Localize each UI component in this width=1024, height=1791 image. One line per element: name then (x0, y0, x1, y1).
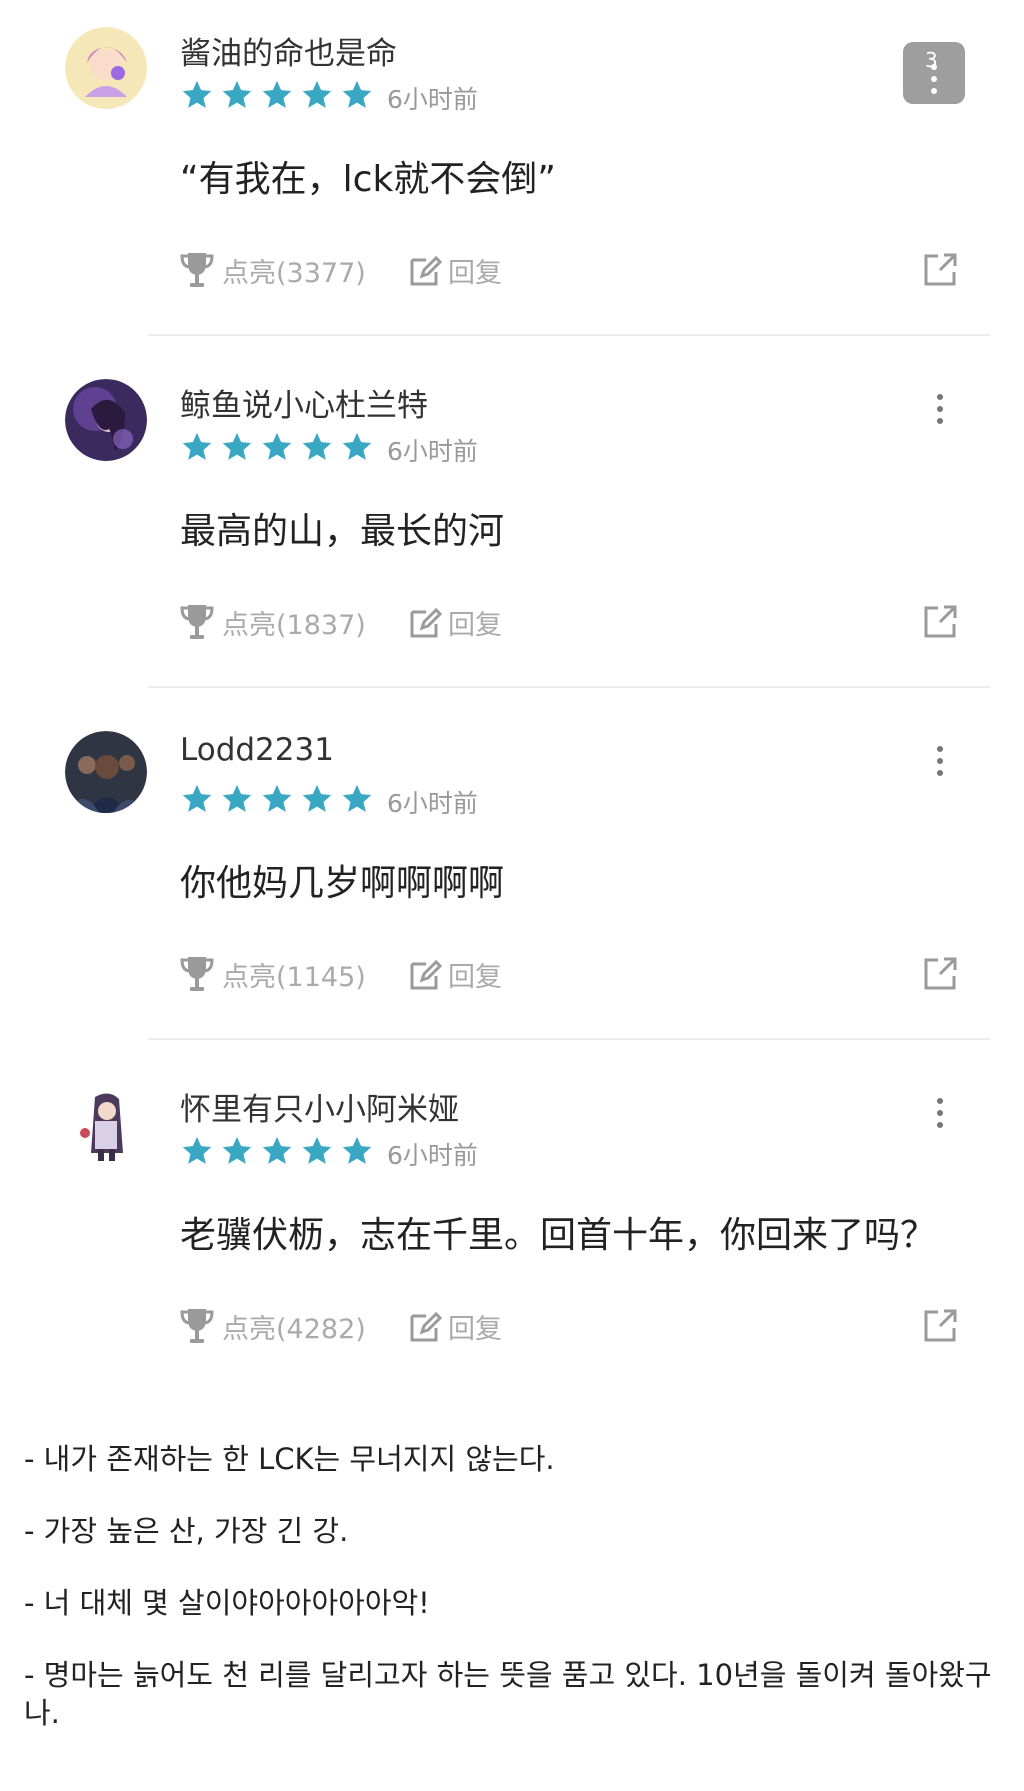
timestamp: 6小时前 (387, 789, 478, 818)
translation-notes: - 내가 존재하는 한 LCK는 무너지지 않는다. - 가장 높은 산, 가장… (24, 1440, 1004, 1766)
share-button[interactable] (920, 954, 960, 994)
star-icon (222, 432, 252, 460)
comment-text: 老骥伏枥，志在千里。回首十年，你回来了吗？ (180, 1215, 937, 1256)
timestamp: 6小时前 (387, 1141, 478, 1170)
star-icon (302, 432, 332, 460)
share-icon (924, 605, 957, 638)
like-button[interactable]: 点亮(1837) (180, 602, 366, 642)
star-icon (262, 80, 292, 108)
timestamp: 6小时前 (387, 85, 478, 114)
comment-actions: 点亮(3377) 回复 (180, 250, 960, 294)
like-count: 点亮(1837) (222, 609, 366, 641)
comment-item: Lodd2231 6小时前 你他妈几岁啊啊啊啊 点亮(1145) 回复 (0, 704, 1024, 1056)
divider (148, 334, 990, 336)
divider (148, 1038, 990, 1040)
rating-stars (180, 782, 374, 816)
like-button[interactable]: 点亮(1145) (180, 954, 366, 994)
star-icon (262, 1136, 292, 1164)
translation-line: - 너 대체 몇 살이야아아아아아악! (24, 1586, 430, 1620)
trophy-icon (180, 605, 214, 639)
star-icon (222, 1136, 252, 1164)
comment-item: 酱油的命也是命 6小时前 “有我在，lck就不会倒” 点亮(3377) 回复 (0, 0, 1024, 352)
star-icon (302, 1136, 332, 1164)
reply-button[interactable]: 回复 (408, 1306, 502, 1346)
trophy-icon (180, 957, 214, 991)
translation-line: - 가장 높은 산, 가장 긴 강. (24, 1514, 349, 1548)
username[interactable]: 怀里有只小小阿米娅 (180, 1084, 459, 1129)
comment-list: 酱油的命也是命 6小时前 “有我在，lck就不会倒” 点亮(3377) 回复 3… (0, 0, 1024, 1380)
like-count: 点亮(3377) (222, 257, 366, 289)
trophy-icon (180, 253, 214, 287)
rating-stars (180, 1134, 374, 1168)
more-vertical-icon (931, 64, 937, 100)
like-button[interactable]: 点亮(4282) (180, 1306, 366, 1346)
comment-item: 鲸鱼说小心杜兰特 6小时前 最高的山，最长的河 点亮(1837) 回复 (0, 352, 1024, 704)
comment-actions: 点亮(1145) 回复 (180, 954, 960, 998)
star-icon (222, 80, 252, 108)
avatar[interactable] (65, 27, 147, 109)
like-count: 点亮(4282) (222, 1313, 366, 1345)
username[interactable]: Lodd2231 (180, 732, 334, 768)
star-icon (342, 1136, 372, 1164)
like-button[interactable]: 点亮(3377) (180, 250, 366, 290)
comment-text: 最高的山，最长的河 (180, 511, 505, 552)
username[interactable]: 鲸鱼说小心杜兰特 (180, 380, 428, 425)
star-icon (302, 784, 332, 812)
page-indicator-badge[interactable]: 3 (903, 42, 965, 104)
reply-label: 回复 (448, 961, 502, 993)
edit-icon (410, 959, 442, 990)
avatar[interactable] (65, 379, 147, 461)
star-icon (342, 432, 372, 460)
edit-icon (410, 255, 442, 286)
reply-label: 回复 (448, 609, 502, 641)
reply-button[interactable]: 回复 (408, 954, 502, 994)
rating-stars (180, 430, 374, 464)
share-button[interactable] (920, 602, 960, 642)
share-icon (924, 253, 957, 286)
edit-icon (410, 607, 442, 638)
star-icon (182, 1136, 212, 1164)
share-button[interactable] (920, 1306, 960, 1346)
timestamp: 6小时前 (387, 437, 478, 466)
star-icon (342, 80, 372, 108)
star-icon (302, 80, 332, 108)
avatar[interactable] (65, 1083, 147, 1165)
share-button[interactable] (920, 250, 960, 290)
avatar[interactable] (65, 731, 147, 813)
like-count: 点亮(1145) (222, 961, 366, 993)
username[interactable]: 酱油的命也是命 (180, 28, 397, 73)
comment-text: “有我在，lck就不会倒” (180, 159, 556, 200)
comment-text: 你他妈几岁啊啊啊啊 (180, 863, 505, 904)
reply-label: 回复 (448, 1313, 502, 1345)
star-icon (182, 432, 212, 460)
reply-button[interactable]: 回复 (408, 250, 502, 290)
edit-icon (410, 1311, 442, 1342)
more-vertical-icon (930, 394, 950, 424)
star-icon (342, 784, 372, 812)
reply-button[interactable]: 回复 (408, 602, 502, 642)
rating-stars (180, 78, 374, 112)
translation-line: - 내가 존재하는 한 LCK는 무너지지 않는다. (24, 1442, 555, 1476)
share-icon (924, 957, 957, 990)
translation-line: - 명마는 늙어도 천 리를 달리고자 하는 뜻을 품고 있다. 10년을 돌이… (24, 1658, 992, 1730)
more-options-button[interactable] (930, 746, 950, 790)
star-icon (262, 432, 292, 460)
more-options-button[interactable] (930, 1098, 950, 1142)
more-options-button[interactable] (930, 394, 950, 438)
share-icon (924, 1309, 957, 1342)
star-icon (182, 80, 212, 108)
comment-item: 怀里有只小小阿米娅 6小时前 老骥伏枥，志在千里。回首十年，你回来了吗？ 点亮(… (0, 1056, 1024, 1408)
star-icon (222, 784, 252, 812)
star-icon (262, 784, 292, 812)
reply-label: 回复 (448, 257, 502, 289)
comment-actions: 点亮(4282) 回复 (180, 1306, 960, 1350)
star-icon (182, 784, 212, 812)
trophy-icon (180, 1309, 214, 1343)
more-vertical-icon (930, 746, 950, 776)
divider (148, 686, 990, 688)
more-vertical-icon (930, 1098, 950, 1128)
comment-actions: 点亮(1837) 回复 (180, 602, 960, 646)
